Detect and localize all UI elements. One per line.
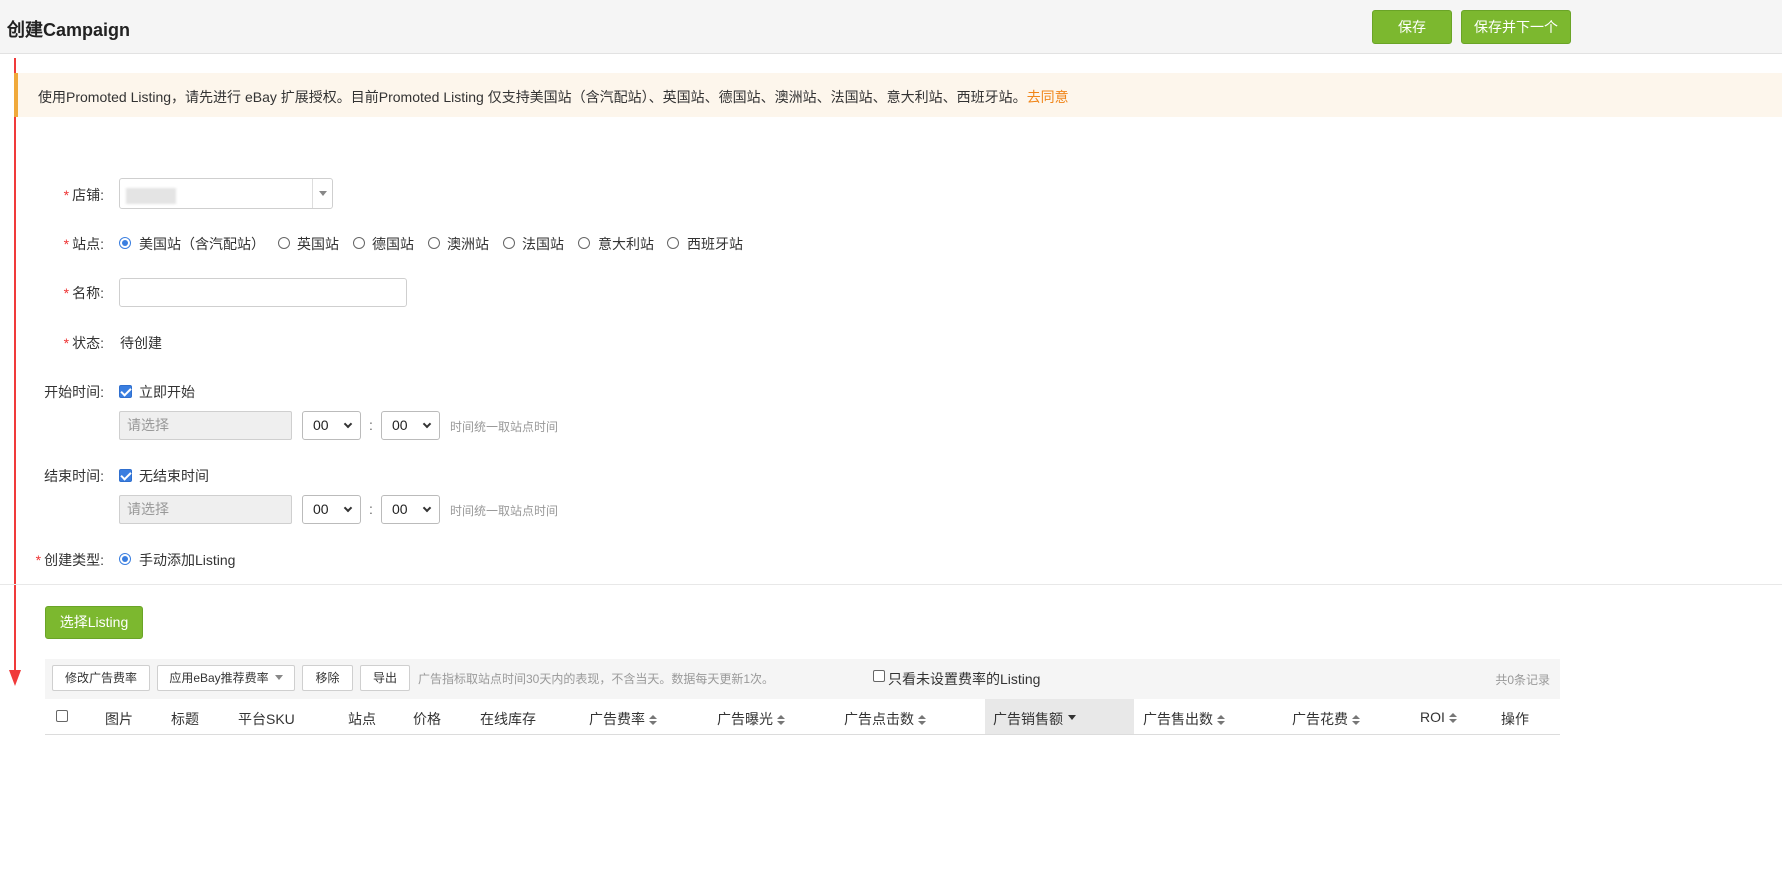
create-type-label: * 创建类型: [35,552,104,568]
start-minute-select[interactable]: 00 [381,411,440,440]
only-unset-rate-label[interactable]: 只看未设置费率的Listing [888,669,1040,689]
start-date-input[interactable]: 请选择 [119,411,292,440]
sort-icon [1448,713,1457,723]
save-button[interactable]: 保存 [1372,10,1452,44]
no-end-time-checkbox[interactable] [119,469,132,482]
sort-icon [918,715,926,725]
site-radio-it[interactable] [578,237,590,249]
top-bar: 创建Campaign 保存 保存并下一个 [0,0,1782,54]
sort-desc-icon [1068,715,1076,721]
select-all-checkbox[interactable] [56,710,68,722]
site-radio-us[interactable] [119,237,131,249]
site-radio-es[interactable] [667,237,679,249]
column-ad-sales[interactable]: 广告销售额 [993,709,1076,729]
name-label: * 名称: [63,285,104,301]
end-time-hint: 时间统一取站点时间 [450,504,559,518]
sort-icon [1217,715,1225,725]
column-price: 价格 [413,711,441,727]
metrics-note: 广告指标取站点时间30天内的表现，不含当天。数据每天更新1次。 [418,672,775,686]
notice-text: 使用Promoted Listing，请先进行 eBay 扩展授权。目前Prom… [38,89,1027,105]
annotation-arrow-line [14,58,16,670]
start-hour-select[interactable]: 00 [302,411,361,440]
export-button[interactable]: 导出 [360,665,410,691]
site-option-au[interactable]: 澳洲站 [447,234,489,254]
site-label: * 站点: [63,236,104,252]
create-type-option-manual[interactable]: 手动添加Listing [139,550,235,570]
column-roi[interactable]: ROI [1420,709,1457,725]
shop-value-redacted [126,188,176,204]
column-ad-spend[interactable]: 广告花费 [1292,709,1360,729]
column-actions: 操作 [1501,711,1529,727]
agree-link[interactable]: 去同意 [1027,89,1069,105]
no-end-time-label[interactable]: 无结束时间 [139,466,209,486]
start-now-label[interactable]: 立即开始 [139,382,195,402]
shop-label: * 店铺: [63,187,104,203]
edit-ad-rate-button[interactable]: 修改广告费率 [52,665,150,691]
site-option-de[interactable]: 德国站 [372,234,414,254]
listing-table-header: 图片 标题 平台SKU 站点 价格 在线库存 广告费率 广告曝光 广告点击数 广… [45,699,1560,735]
end-time-label: 结束时间: [44,468,104,484]
column-title: 标题 [171,711,199,727]
column-sku: 平台SKU [238,711,295,727]
page-title: 创建Campaign [7,20,131,40]
select-listing-button[interactable]: 选择Listing [45,606,143,639]
sort-icon [649,715,657,725]
chevron-down-icon [343,419,353,429]
start-time-hint: 时间统一取站点时间 [450,420,559,434]
end-date-input[interactable]: 请选择 [119,495,292,524]
column-impressions[interactable]: 广告曝光 [717,709,785,729]
campaign-name-input[interactable] [119,278,407,307]
sort-icon [777,715,785,725]
column-ad-rate[interactable]: 广告费率 [589,709,657,729]
apply-ebay-rate-dropdown[interactable]: 应用eBay推荐费率 [157,665,295,691]
create-type-radio-manual[interactable] [119,553,131,565]
site-option-it[interactable]: 意大利站 [598,234,654,254]
site-radio-uk[interactable] [278,237,290,249]
sort-icon [1352,715,1360,725]
only-unset-rate-checkbox[interactable] [873,670,885,682]
column-image: 图片 [105,711,133,727]
end-minute-select[interactable]: 00 [381,495,440,524]
start-now-checkbox[interactable] [119,385,132,398]
site-option-es[interactable]: 西班牙站 [687,234,743,254]
status-label: * 状态: [63,335,104,351]
site-radio-fr[interactable] [503,237,515,249]
shop-select[interactable] [119,178,333,209]
remove-button[interactable]: 移除 [302,665,353,691]
site-radio-de[interactable] [353,237,365,249]
column-clicks[interactable]: 广告点击数 [844,709,926,729]
column-units-sold[interactable]: 广告售出数 [1143,709,1225,729]
shop-select-toggle[interactable] [312,179,332,208]
authorization-notice: 使用Promoted Listing，请先进行 eBay 扩展授权。目前Prom… [14,73,1782,117]
caret-down-icon [274,675,283,680]
site-option-fr[interactable]: 法国站 [522,234,564,254]
chevron-down-icon [422,503,432,513]
annotation-arrow-head-icon [9,670,21,686]
caret-down-icon [319,191,327,196]
chevron-down-icon [422,419,432,429]
listing-toolbar: 修改广告费率 应用eBay推荐费率 移除 导出 广告指标取站点时间30天内的表现… [45,659,1560,699]
site-option-us[interactable]: 美国站（含汽配站） [139,234,265,254]
section-divider [0,584,1782,585]
status-value: 待创建 [120,335,162,351]
start-time-label: 开始时间: [44,384,104,400]
site-option-uk[interactable]: 英国站 [297,234,339,254]
column-stock: 在线库存 [480,711,536,727]
save-and-next-button[interactable]: 保存并下一个 [1461,10,1571,44]
time-separator: : [369,501,373,517]
record-count: 共0条记录 [1495,673,1550,687]
time-separator: : [369,417,373,433]
end-hour-select[interactable]: 00 [302,495,361,524]
site-radio-au[interactable] [428,237,440,249]
chevron-down-icon [343,503,353,513]
column-site: 站点 [348,711,376,727]
